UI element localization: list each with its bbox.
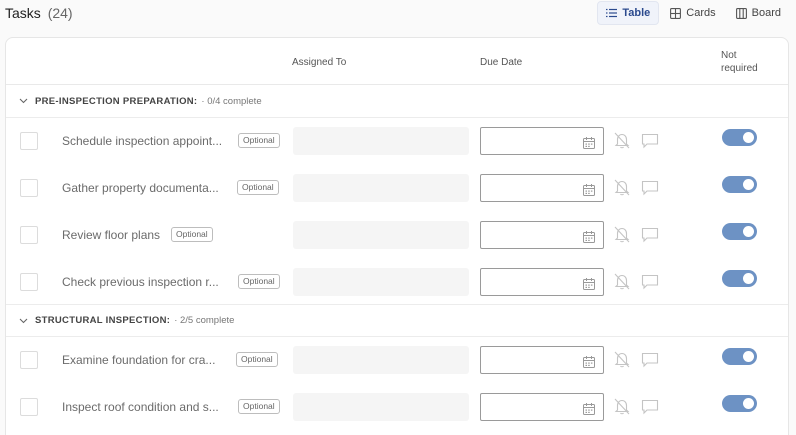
not-required-toggle[interactable] [722,270,757,287]
comment-icon[interactable] [641,352,659,373]
group-header-structural[interactable]: STRUCTURAL INSPECTION: · 2/5 complete [6,304,788,337]
toggle-knob [743,398,754,409]
task-name[interactable]: Check previous inspection r... [62,275,219,289]
toggle-knob [743,132,754,143]
comment-icon[interactable] [641,227,659,248]
toggle-knob [743,273,754,284]
due-date-input[interactable] [480,221,604,249]
table-row: Review floor plans Optional [6,212,788,259]
list-icon [606,8,618,18]
table-header: Assigned To Due Date Not required [6,38,788,85]
column-header-due-date: Due Date [480,57,523,68]
view-switcher: Table Cards Board [597,1,790,25]
calendar-icon[interactable] [583,277,595,295]
optional-badge: Optional [238,133,280,148]
group-header-pre-inspection[interactable]: PRE-INSPECTION PREPARATION: · 0/4 comple… [6,85,788,118]
comment-icon[interactable] [641,180,659,201]
task-checkbox[interactable] [20,398,38,416]
cards-view-button[interactable]: Cards [661,1,724,25]
page-title-text: Tasks [5,5,41,21]
bell-off-icon[interactable] [614,273,630,295]
task-name[interactable]: Inspect roof condition and s... [62,400,219,414]
due-date-input[interactable] [480,127,604,155]
top-bar: Tasks (24) Table Cards Board [0,0,796,30]
group-progress: · 2/5 complete [174,315,235,326]
not-required-toggle[interactable] [722,395,757,412]
due-date-input[interactable] [480,346,604,374]
bell-off-icon[interactable] [614,132,630,154]
toggle-knob [743,179,754,190]
due-date-input[interactable] [480,174,604,202]
optional-badge: Optional [238,399,280,414]
task-checkbox[interactable] [20,351,38,369]
task-checkbox[interactable] [20,132,38,150]
table-view-label: Table [622,7,651,19]
bell-off-icon[interactable] [614,398,630,420]
due-date-input[interactable] [480,393,604,421]
not-required-toggle[interactable] [722,348,757,365]
toggle-knob [743,226,754,237]
column-header-not-required: Not required [721,50,758,74]
optional-badge: Optional [236,352,278,367]
assigned-to-field[interactable] [293,393,469,421]
task-name[interactable]: Examine foundation for cra... [62,353,215,367]
task-checkbox[interactable] [20,226,38,244]
optional-badge: Optional [237,180,279,195]
board-view-label: Board [751,7,781,19]
calendar-icon[interactable] [583,230,595,248]
grid-icon [670,7,682,19]
assigned-to-field[interactable] [293,346,469,374]
task-table: Assigned To Due Date Not required PRE-INS… [5,37,789,435]
comment-icon[interactable] [641,133,659,154]
calendar-icon[interactable] [583,355,595,373]
table-row: Inspect roof condition and s... Optional [6,384,788,431]
chevron-down-icon[interactable] [19,98,33,104]
table-row: Check previous inspection r... Optional [6,259,788,306]
calendar-icon[interactable] [583,402,595,420]
task-name[interactable]: Review floor plans [62,228,160,242]
bell-off-icon[interactable] [614,226,630,248]
group-progress: · 0/4 complete [201,95,262,107]
due-date-input[interactable] [480,268,604,296]
columns-icon [735,7,747,19]
optional-badge: Optional [238,274,280,289]
calendar-icon[interactable] [583,183,595,201]
task-checkbox[interactable] [20,273,38,291]
not-required-toggle[interactable] [722,223,757,240]
assigned-to-field[interactable] [293,174,469,202]
cards-view-label: Cards [686,7,716,19]
board-view-button[interactable]: Board [727,1,790,25]
task-count: (24) [47,5,73,21]
toggle-knob [743,351,754,362]
task-name[interactable]: Schedule inspection appoint... [62,134,222,148]
chevron-down-icon[interactable] [19,318,33,324]
not-required-toggle[interactable] [722,129,757,146]
assigned-to-field[interactable] [293,221,469,249]
group-name: STRUCTURAL INSPECTION: [35,315,171,326]
table-row: Examine foundation for cra... Optional [6,337,788,384]
group-name: PRE-INSPECTION PREPARATION: [35,95,198,107]
assigned-to-field[interactable] [293,268,469,296]
task-checkbox[interactable] [20,179,38,197]
comment-icon[interactable] [641,399,659,420]
column-header-assigned-to: Assigned To [292,57,347,68]
table-row: Schedule inspection appoint... Optional [6,118,788,165]
not-required-toggle[interactable] [722,176,757,193]
task-name[interactable]: Gather property documenta... [62,181,219,195]
bell-off-icon[interactable] [614,351,630,373]
table-view-button[interactable]: Table [597,1,660,25]
bell-off-icon[interactable] [614,179,630,201]
comment-icon[interactable] [641,274,659,295]
calendar-icon[interactable] [583,136,595,154]
assigned-to-field[interactable] [293,127,469,155]
optional-badge: Optional [171,227,213,242]
page-title: Tasks (24) [5,5,73,21]
table-row: Gather property documenta... Optional [6,165,788,212]
